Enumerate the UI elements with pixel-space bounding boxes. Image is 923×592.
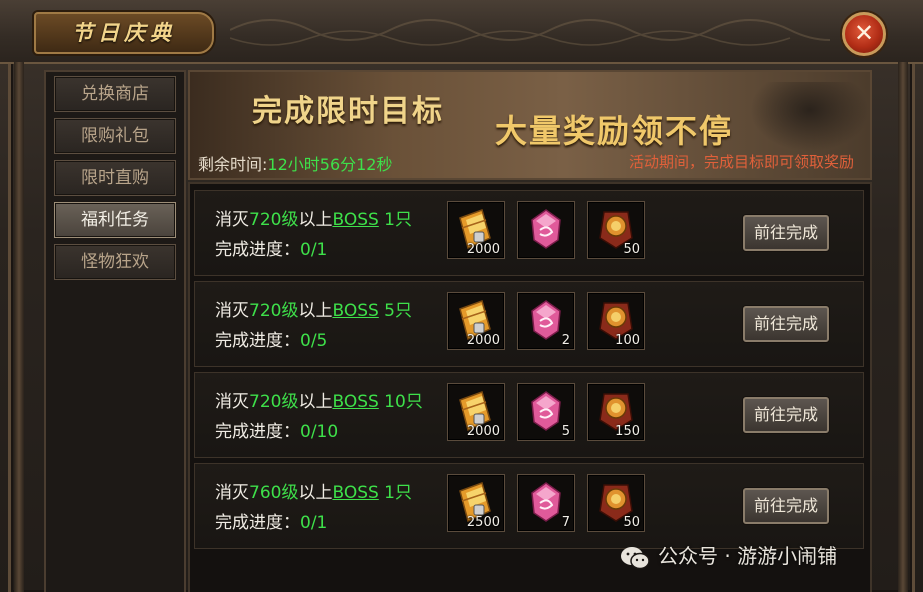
task-mid: 以上	[298, 483, 333, 503]
window-title: 节日庆典	[72, 20, 176, 45]
reward-count: 7	[561, 515, 570, 530]
task-count: 1只	[378, 210, 413, 230]
task-description: 消灭720级以上BOSS 5只	[215, 296, 412, 321]
go-complete-button[interactable]: 前往完成	[743, 215, 829, 251]
reward-slot[interactable]: 2	[517, 292, 575, 350]
sidebar-item[interactable]: 限时直购	[54, 160, 176, 196]
pink-crystal-icon	[526, 390, 566, 432]
reward-slot[interactable]: 2000	[447, 201, 505, 259]
task-row: 消灭720级以上BOSS 1只 完成进度：0/1 2000 50 前往完成	[194, 190, 864, 276]
title-bar: 节日庆典 ✕	[0, 0, 923, 64]
task-level: 760级	[249, 483, 299, 503]
banner-headline-2: 大量奖励领不停	[495, 112, 734, 150]
task-progress: 完成进度：0/10	[215, 417, 338, 442]
reward-count: 5	[561, 424, 570, 439]
sidebar-item[interactable]: 兑换商店	[54, 76, 176, 112]
event-note: 活动期间，完成目标即可领取奖励	[628, 153, 854, 171]
task-prefix: 消灭	[215, 210, 249, 230]
go-complete-button[interactable]: 前往完成	[743, 397, 829, 433]
task-progress: 完成进度：0/5	[215, 326, 327, 351]
pink-crystal-icon	[526, 299, 566, 341]
task-level: 720级	[249, 301, 299, 321]
task-row: 消灭720级以上BOSS 5只 完成进度：0/5 2000 2 100 前往完成	[194, 281, 864, 367]
title-plate: 节日庆典	[34, 12, 214, 54]
task-prefix: 消灭	[215, 301, 249, 321]
reward-slot[interactable]: 2000	[447, 292, 505, 350]
sidebar-item[interactable]: 福利任务	[54, 202, 176, 238]
task-mid: 以上	[298, 392, 333, 412]
reward-slot[interactable]: 2000	[447, 383, 505, 441]
progress-value: 0/5	[300, 331, 328, 351]
boss-link[interactable]: BOSS	[332, 301, 378, 321]
reward-count: 2000	[466, 242, 500, 257]
wechat-icon	[621, 546, 650, 569]
task-prefix: 消灭	[215, 392, 249, 412]
timer-label: 剩余时间:	[198, 155, 268, 174]
left-pillar	[14, 62, 24, 592]
sidebar: 兑换商店限购礼包限时直购福利任务怪物狂欢	[44, 70, 186, 592]
countdown-timer: 剩余时间:12小时56分12秒	[198, 151, 393, 175]
task-description: 消灭720级以上BOSS 10只	[215, 387, 423, 412]
banner-decoration	[750, 82, 870, 152]
pink-crystal-icon	[526, 208, 566, 250]
reward-count: 2500	[466, 515, 500, 530]
task-count: 10只	[378, 392, 423, 412]
reward-slot[interactable]: 2500	[447, 474, 505, 532]
task-prefix: 消灭	[215, 483, 249, 503]
progress-label: 完成进度：	[215, 513, 300, 533]
close-button[interactable]: ✕	[842, 12, 886, 56]
task-progress: 完成进度：0/1	[215, 235, 327, 260]
task-list: 消灭720级以上BOSS 1只 完成进度：0/1 2000 50 前往完成 消灭720级以…	[188, 182, 872, 592]
reward-count: 100	[615, 333, 640, 348]
progress-value: 0/10	[300, 422, 339, 442]
task-count: 5只	[378, 301, 413, 321]
task-level: 720级	[249, 210, 299, 230]
reward-slot[interactable]: 50	[587, 201, 645, 259]
progress-value: 0/1	[300, 240, 328, 260]
game-window: 节日庆典 ✕ 兑换商店限购礼包限时直购福利任务怪物狂欢 完成限时目标 大量奖励领…	[0, 0, 923, 592]
reward-slot[interactable]: 50	[587, 474, 645, 532]
close-icon: ✕	[853, 19, 875, 47]
task-row: 消灭720级以上BOSS 10只 完成进度：0/10 2000 5 150 前往完成	[194, 372, 864, 458]
task-level: 720级	[249, 392, 299, 412]
task-mid: 以上	[298, 301, 333, 321]
sidebar-item[interactable]: 怪物狂欢	[54, 244, 176, 280]
progress-label: 完成进度：	[215, 422, 300, 442]
task-progress: 完成进度：0/1	[215, 508, 327, 533]
task-row: 消灭760级以上BOSS 1只 完成进度：0/1 2500 7 50 前往完成	[194, 463, 864, 549]
event-banner: 完成限时目标 大量奖励领不停 剩余时间:12小时56分12秒 活动期间，完成目标…	[188, 70, 872, 180]
reward-count: 50	[623, 242, 640, 257]
reward-count: 2000	[466, 333, 500, 348]
task-description: 消灭760级以上BOSS 1只	[215, 478, 412, 503]
boss-link[interactable]: BOSS	[332, 483, 378, 503]
reward-slot[interactable]: 5	[517, 383, 575, 441]
progress-label: 完成进度：	[215, 240, 300, 260]
progress-label: 完成进度：	[215, 331, 300, 351]
reward-slot[interactable]: 150	[587, 383, 645, 441]
right-pillar	[898, 62, 908, 592]
pink-crystal-icon	[526, 481, 566, 523]
watermark: 公众号 · 游游小闹铺	[620, 540, 837, 570]
reward-slot[interactable]: 7	[517, 474, 575, 532]
ornament-pattern	[230, 19, 830, 46]
task-description: 消灭720级以上BOSS 1只	[215, 205, 412, 230]
reward-slot[interactable]	[517, 201, 575, 259]
watermark-text: 公众号 · 游游小闹铺	[658, 544, 838, 568]
reward-count: 50	[623, 515, 640, 530]
reward-count: 150	[615, 424, 640, 439]
sidebar-item[interactable]: 限购礼包	[54, 118, 176, 154]
reward-count: 2	[561, 333, 570, 348]
reward-slot[interactable]: 100	[587, 292, 645, 350]
go-complete-button[interactable]: 前往完成	[743, 488, 829, 524]
task-mid: 以上	[298, 210, 333, 230]
go-complete-button[interactable]: 前往完成	[743, 306, 829, 342]
reward-count: 2000	[466, 424, 500, 439]
task-count: 1只	[378, 483, 413, 503]
progress-value: 0/1	[300, 513, 328, 533]
boss-link[interactable]: BOSS	[332, 210, 378, 230]
timer-value: 12小时56分12秒	[267, 155, 393, 174]
boss-link[interactable]: BOSS	[332, 392, 378, 412]
banner-headline: 完成限时目标	[252, 94, 444, 129]
